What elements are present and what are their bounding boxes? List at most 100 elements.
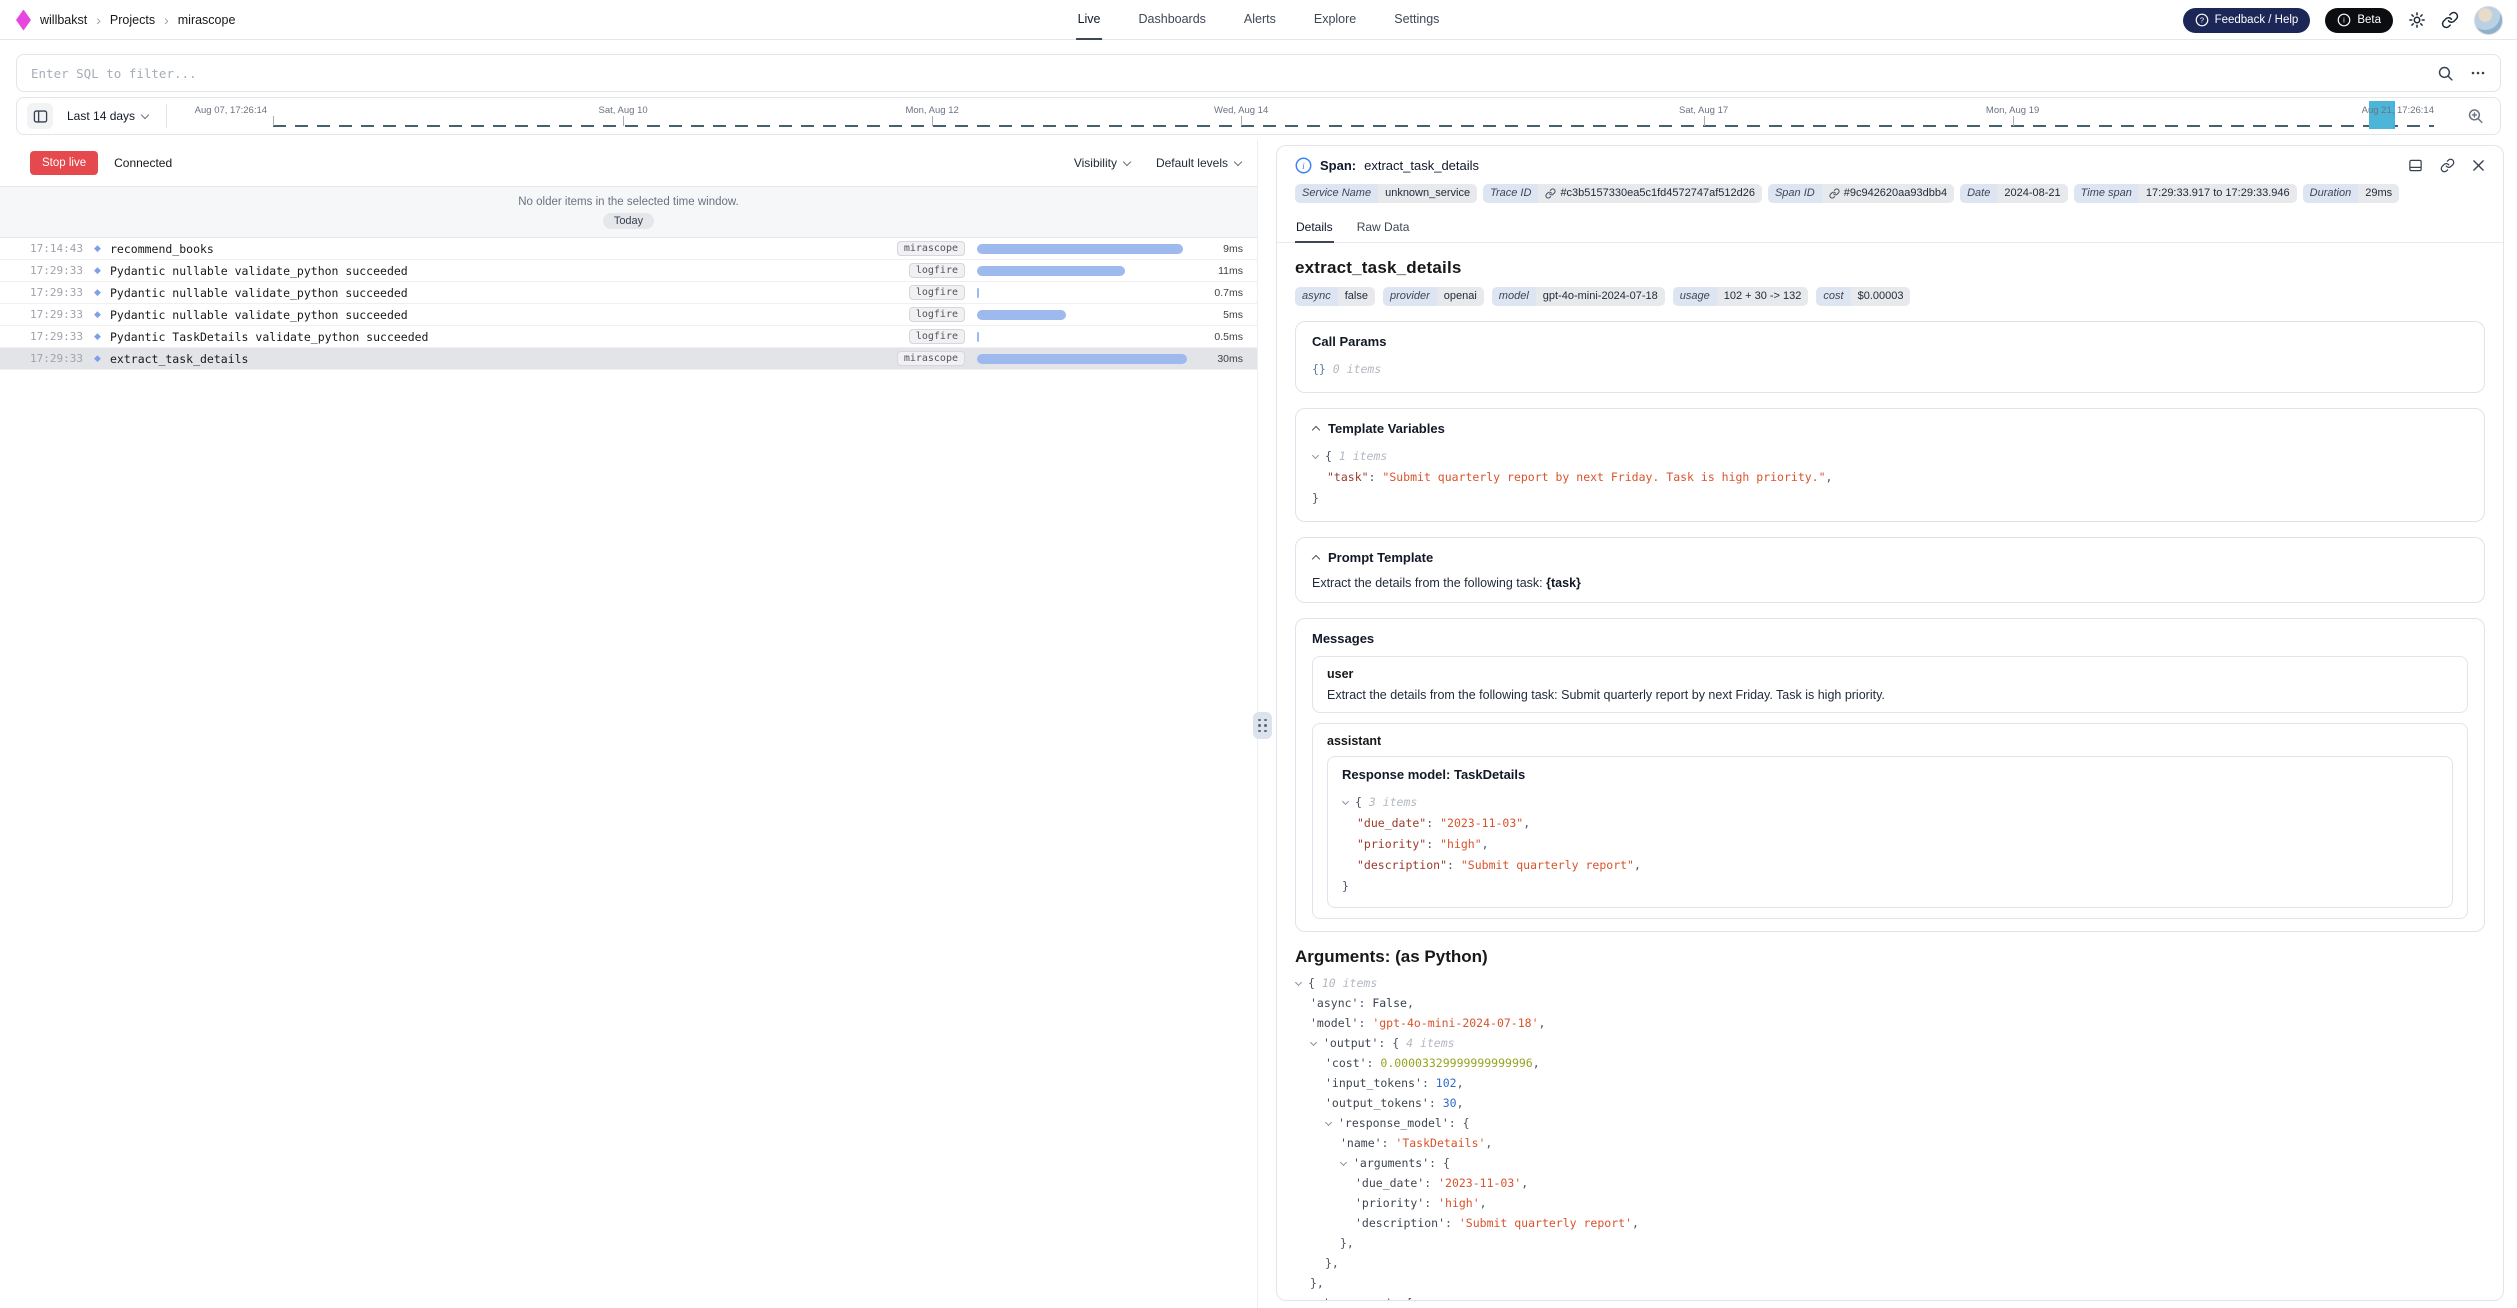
scope-tag[interactable]: mirascope bbox=[897, 241, 965, 256]
top-bar: willbakst›Projects›mirascope Live Dashboa… bbox=[0, 0, 2517, 40]
sidebar-toggle-button[interactable] bbox=[27, 103, 53, 129]
breadcrumb: willbakst›Projects›mirascope bbox=[16, 0, 235, 40]
scope-tag[interactable]: logfire bbox=[909, 307, 965, 322]
json-line: 'due_date': '2023-11-03', bbox=[1295, 1173, 2485, 1193]
zoom-in-icon[interactable] bbox=[2467, 108, 2484, 125]
chevron-down-icon bbox=[1234, 158, 1242, 166]
dock-panel-icon[interactable] bbox=[2408, 158, 2423, 173]
timeline: Aug 07, 17:26:14Sat, Aug 10Mon, Aug 12We… bbox=[173, 98, 2490, 134]
badge-label: cost bbox=[1816, 287, 1850, 306]
json-line: }, bbox=[1295, 1273, 2485, 1293]
meta-badge: Duration29ms bbox=[2303, 184, 2399, 203]
badge-label: model bbox=[1492, 287, 1536, 306]
timeline-baseline bbox=[273, 125, 2434, 127]
trace-row[interactable]: 17:29:33◆Pydantic nullable validate_pyth… bbox=[0, 304, 1257, 326]
collapse-caret-icon[interactable] bbox=[1295, 979, 1302, 986]
tab-details[interactable]: Details bbox=[1295, 213, 1334, 243]
trace-row[interactable]: 17:29:33◆Pydantic TaskDetails validate_p… bbox=[0, 326, 1257, 348]
time-range-dropdown[interactable]: Last 14 days bbox=[67, 109, 166, 123]
timeline-tick bbox=[932, 116, 933, 126]
json-line: 'model': 'gpt-4o-mini-2024-07-18', bbox=[1295, 1013, 2485, 1033]
default-levels-dropdown[interactable]: Default levels bbox=[1156, 156, 1241, 170]
duration-track bbox=[977, 354, 1189, 364]
messages-title: Messages bbox=[1312, 631, 2468, 646]
span-tabs: Details Raw Data bbox=[1277, 213, 2503, 243]
json-line: 'cost': 0.00003329999999999996, bbox=[1295, 1053, 2485, 1073]
span-diamond-icon: ◆ bbox=[94, 309, 110, 320]
nav-tab-alerts[interactable]: Alerts bbox=[1242, 0, 1278, 40]
search-icon[interactable] bbox=[2437, 65, 2454, 82]
trace-row[interactable]: 17:14:43◆recommend_booksmirascope9ms bbox=[0, 238, 1257, 260]
copy-link-icon[interactable] bbox=[2440, 158, 2455, 173]
breadcrumb-item[interactable]: Projects bbox=[110, 13, 155, 27]
sql-filter-bar bbox=[16, 54, 2501, 92]
badge-value: gpt-4o-mini-2024-07-18 bbox=[1536, 287, 1665, 306]
trace-row[interactable]: 17:29:33◆Pydantic nullable validate_pyth… bbox=[0, 260, 1257, 282]
collapse-caret-icon[interactable] bbox=[1312, 452, 1319, 459]
scope-tag[interactable]: mirascope bbox=[897, 351, 965, 366]
collapse-caret-icon[interactable] bbox=[1310, 1299, 1317, 1301]
more-options-icon[interactable] bbox=[2470, 65, 2486, 81]
badge-value: #c3b5157330ea5c1fd4572747af512d26 bbox=[1538, 184, 1762, 203]
badge-value: 17:29:33.917 to 17:29:33.946 bbox=[2139, 184, 2297, 203]
json-line: 'async': False, bbox=[1295, 993, 2485, 1013]
user-avatar[interactable] bbox=[2474, 6, 2503, 35]
trace-row[interactable]: 17:29:33◆Pydantic nullable validate_pyth… bbox=[0, 282, 1257, 304]
divider bbox=[166, 104, 167, 128]
nav-tab-settings[interactable]: Settings bbox=[1392, 0, 1441, 40]
nav-tab-live[interactable]: Live bbox=[1076, 0, 1103, 40]
json-line: 'arguments': { bbox=[1295, 1153, 2485, 1173]
badge-value: 29ms bbox=[2358, 184, 2399, 203]
span-panel-header: i Span: extract_task_details bbox=[1277, 146, 2503, 179]
duration-track bbox=[977, 244, 1189, 254]
badge-label: Date bbox=[1960, 184, 1997, 203]
duration-track bbox=[977, 266, 1189, 276]
nav-tab-explore[interactable]: Explore bbox=[1312, 0, 1358, 40]
logfire-logo-icon[interactable] bbox=[16, 10, 31, 31]
stop-live-button[interactable]: Stop live bbox=[30, 151, 98, 175]
badge-label: Span ID bbox=[1768, 184, 1822, 203]
json-line: 'output_tokens': 30, bbox=[1295, 1093, 2485, 1113]
panel-resize-handle[interactable] bbox=[1253, 712, 1272, 739]
live-controls: Stop live Connected Visibility Default l… bbox=[0, 140, 1257, 186]
visibility-dropdown[interactable]: Visibility bbox=[1074, 156, 1130, 170]
day-divider-badge: Today bbox=[603, 213, 654, 229]
breadcrumb-item[interactable]: willbakst bbox=[40, 13, 87, 27]
attr-badge: provideropenai bbox=[1383, 287, 1484, 306]
scope-tag[interactable]: logfire bbox=[909, 263, 965, 278]
close-icon[interactable] bbox=[2472, 159, 2485, 172]
span-details: extract_task_details asyncfalseprovidero… bbox=[1277, 243, 2503, 1301]
span-detail-panel: i Span: extract_task_details Service Nam… bbox=[1276, 145, 2504, 1301]
sql-filter-input[interactable] bbox=[31, 66, 2421, 81]
share-link-icon[interactable] bbox=[2441, 11, 2459, 29]
timeline-label: Aug 07, 17:26:14 bbox=[195, 105, 267, 116]
feedback-help-button[interactable]: ? Feedback / Help bbox=[2183, 8, 2311, 33]
collapse-caret-icon[interactable] bbox=[1340, 1159, 1347, 1166]
breadcrumb-item[interactable]: mirascope bbox=[178, 13, 236, 27]
badge-value: #9c942620aa93dbb4 bbox=[1822, 184, 1954, 203]
nav-tab-dashboards[interactable]: Dashboards bbox=[1137, 0, 1208, 40]
trace-row[interactable]: 17:29:33◆extract_task_detailsmirascope30… bbox=[0, 348, 1257, 370]
scope-tag[interactable]: logfire bbox=[909, 285, 965, 300]
beta-button[interactable]: i Beta bbox=[2325, 8, 2393, 33]
collapse-caret-icon[interactable] bbox=[1325, 1119, 1332, 1126]
meta-badge[interactable]: Span ID#9c942620aa93dbb4 bbox=[1768, 184, 1954, 203]
theme-toggle-icon[interactable] bbox=[2408, 11, 2426, 29]
trace-time: 17:29:33 bbox=[30, 264, 94, 277]
template-variables-title[interactable]: Template Variables bbox=[1312, 421, 2468, 436]
duration-label: 5ms bbox=[1189, 309, 1243, 321]
collapse-caret-icon[interactable] bbox=[1310, 1039, 1317, 1046]
timeline-label: Sat, Aug 10 bbox=[599, 105, 648, 116]
span-diamond-icon: ◆ bbox=[94, 265, 110, 276]
tab-raw-data[interactable]: Raw Data bbox=[1356, 213, 1411, 243]
badge-value: $0.00003 bbox=[1851, 287, 1911, 306]
duration-bar bbox=[977, 310, 1066, 320]
meta-badge: Time span17:29:33.917 to 17:29:33.946 bbox=[2074, 184, 2297, 203]
prompt-template-title[interactable]: Prompt Template bbox=[1312, 550, 2468, 565]
collapse-caret-icon[interactable] bbox=[1342, 798, 1349, 805]
message-text: Extract the details from the following t… bbox=[1327, 688, 2453, 702]
scope-tag[interactable]: logfire bbox=[909, 329, 965, 344]
badge-value: 2024-08-21 bbox=[1997, 184, 2067, 203]
call-params-card: Call Params {} 0 items bbox=[1295, 321, 2485, 393]
meta-badge[interactable]: Trace ID#c3b5157330ea5c1fd4572747af512d2… bbox=[1483, 184, 1762, 203]
